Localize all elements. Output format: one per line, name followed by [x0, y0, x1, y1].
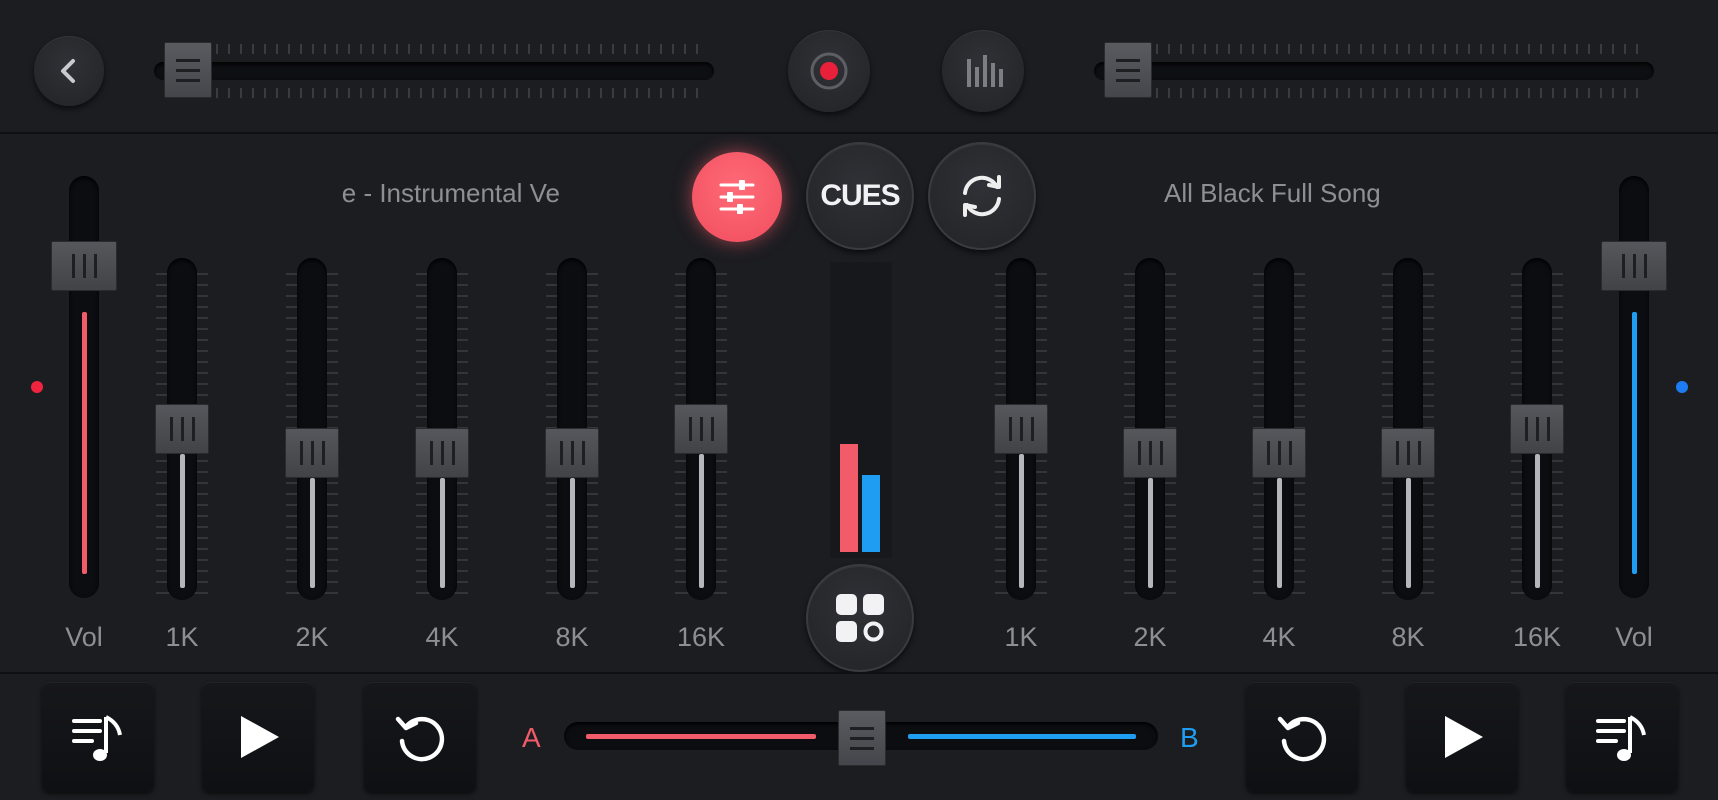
chevron-left-icon — [61, 59, 75, 83]
pitch-a-track — [154, 62, 714, 80]
back-button[interactable] — [34, 36, 104, 106]
deck-b-eq-2-fill — [1277, 478, 1282, 588]
deck-b-eq-0-knob[interactable] — [994, 404, 1048, 454]
deck-a-playlist-button[interactable] — [42, 682, 154, 792]
deck-a-eq-0-label: 1K — [165, 622, 199, 652]
crossfader-a-label: A — [522, 722, 541, 753]
deck-b-eq-1-label: 2K — [1133, 622, 1167, 652]
deck-a-eq-4-knob[interactable] — [674, 404, 728, 454]
pitch-b-track — [1094, 62, 1654, 80]
deck-b-playlist-button[interactable] — [1566, 682, 1678, 792]
deck-b-level-dot — [1676, 381, 1688, 393]
deck-b-eq-4-fill — [1535, 454, 1540, 588]
pitch-a-ticks-bottom — [168, 88, 708, 98]
cues-button[interactable]: CUES — [806, 142, 914, 250]
deck-a-volume-fill — [82, 312, 87, 574]
pitch-b-ticks-top — [1108, 44, 1648, 54]
deck-b-eq-3-label: 8K — [1391, 622, 1425, 652]
deck-a-play-button[interactable] — [202, 682, 314, 792]
play-icon — [1445, 716, 1483, 758]
deck-b-volume-knob[interactable] — [1601, 241, 1667, 291]
play-icon — [241, 716, 279, 758]
record-button[interactable] — [788, 30, 870, 112]
pitch-b-ticks-bottom — [1108, 88, 1648, 98]
deck-b-eq-0-label: 1K — [1004, 622, 1038, 652]
playlist-music-icon — [1596, 715, 1646, 761]
level-meter-b — [862, 475, 880, 552]
pitch-a-knob[interactable] — [164, 42, 212, 98]
deck-a-level-dot — [31, 381, 43, 393]
crossfader-fill-a — [586, 734, 816, 739]
deck-a-eq-1-fill — [310, 478, 315, 588]
deck-a-eq-0-fill — [180, 454, 185, 588]
apps-button[interactable] — [806, 564, 914, 672]
deck-a-volume-knob[interactable] — [51, 241, 117, 291]
deck-a-eq-4-label: 16K — [676, 622, 726, 652]
deck-a-eq-1-label: 2K — [295, 622, 329, 652]
deck-b-volume-label: Vol — [1615, 622, 1653, 652]
pitch-b-knob[interactable] — [1104, 42, 1152, 98]
crossfader-fill-b — [908, 734, 1136, 739]
spectrum-bars-icon — [967, 55, 1003, 87]
deck-b-track-title: All Black Full Song — [1164, 178, 1381, 208]
deck-b-eq-4-knob[interactable] — [1510, 404, 1564, 454]
deck-b-volume-fill — [1632, 312, 1637, 574]
deck-a-eq-2-knob[interactable] — [415, 428, 469, 479]
deck-b-eq-1-knob[interactable] — [1123, 428, 1177, 479]
deck-a-eq-3-knob[interactable] — [545, 428, 599, 479]
deck-b-eq-3-knob[interactable] — [1381, 428, 1435, 479]
deck-a-eq-3-fill — [570, 478, 575, 588]
deck-b-reset-button[interactable] — [1246, 682, 1358, 792]
level-meter — [830, 262, 892, 558]
grid-apps-icon — [836, 594, 884, 642]
deck-a-eq-4-fill — [699, 454, 704, 588]
level-meter-a — [840, 444, 858, 552]
rotate-ccw-icon — [1277, 716, 1327, 762]
sync-button[interactable] — [928, 142, 1036, 250]
sliders-icon — [719, 180, 755, 214]
deck-b-play-button[interactable] — [1406, 682, 1518, 792]
deck-b-eq-2-label: 4K — [1262, 622, 1296, 652]
deck-a-eq-1-knob[interactable] — [285, 428, 339, 479]
deck-b-eq-0-fill — [1019, 454, 1024, 588]
deck-a-eq-0-knob[interactable] — [155, 404, 209, 454]
playlist-music-icon — [72, 715, 122, 761]
crossfader-b-label: B — [1180, 722, 1199, 753]
deck-a-track-title: e - Instrumental Ve — [341, 178, 560, 208]
mixer-mode-button[interactable] — [692, 152, 782, 242]
sync-icon — [963, 175, 1001, 217]
deck-a-eq-3-label: 8K — [555, 622, 589, 652]
deck-a-reset-button[interactable] — [364, 682, 476, 792]
deck-b-eq-4-label: 16K — [1512, 622, 1562, 652]
deck-b-eq-2-knob[interactable] — [1252, 428, 1306, 479]
deck-b-eq-3-fill — [1406, 478, 1411, 588]
rotate-ccw-icon — [395, 716, 445, 762]
pitch-a-ticks-top — [168, 44, 708, 54]
cues-label: CUES — [820, 179, 900, 212]
record-icon — [810, 52, 848, 90]
deck-a-eq-2-fill — [440, 478, 445, 588]
deck-a-eq-2-label: 4K — [425, 622, 459, 652]
deck-a-volume-label: Vol — [65, 622, 103, 652]
crossfader-knob[interactable] — [838, 710, 886, 766]
spectrum-button[interactable] — [942, 30, 1024, 112]
deck-b-eq-1-fill — [1148, 478, 1153, 588]
